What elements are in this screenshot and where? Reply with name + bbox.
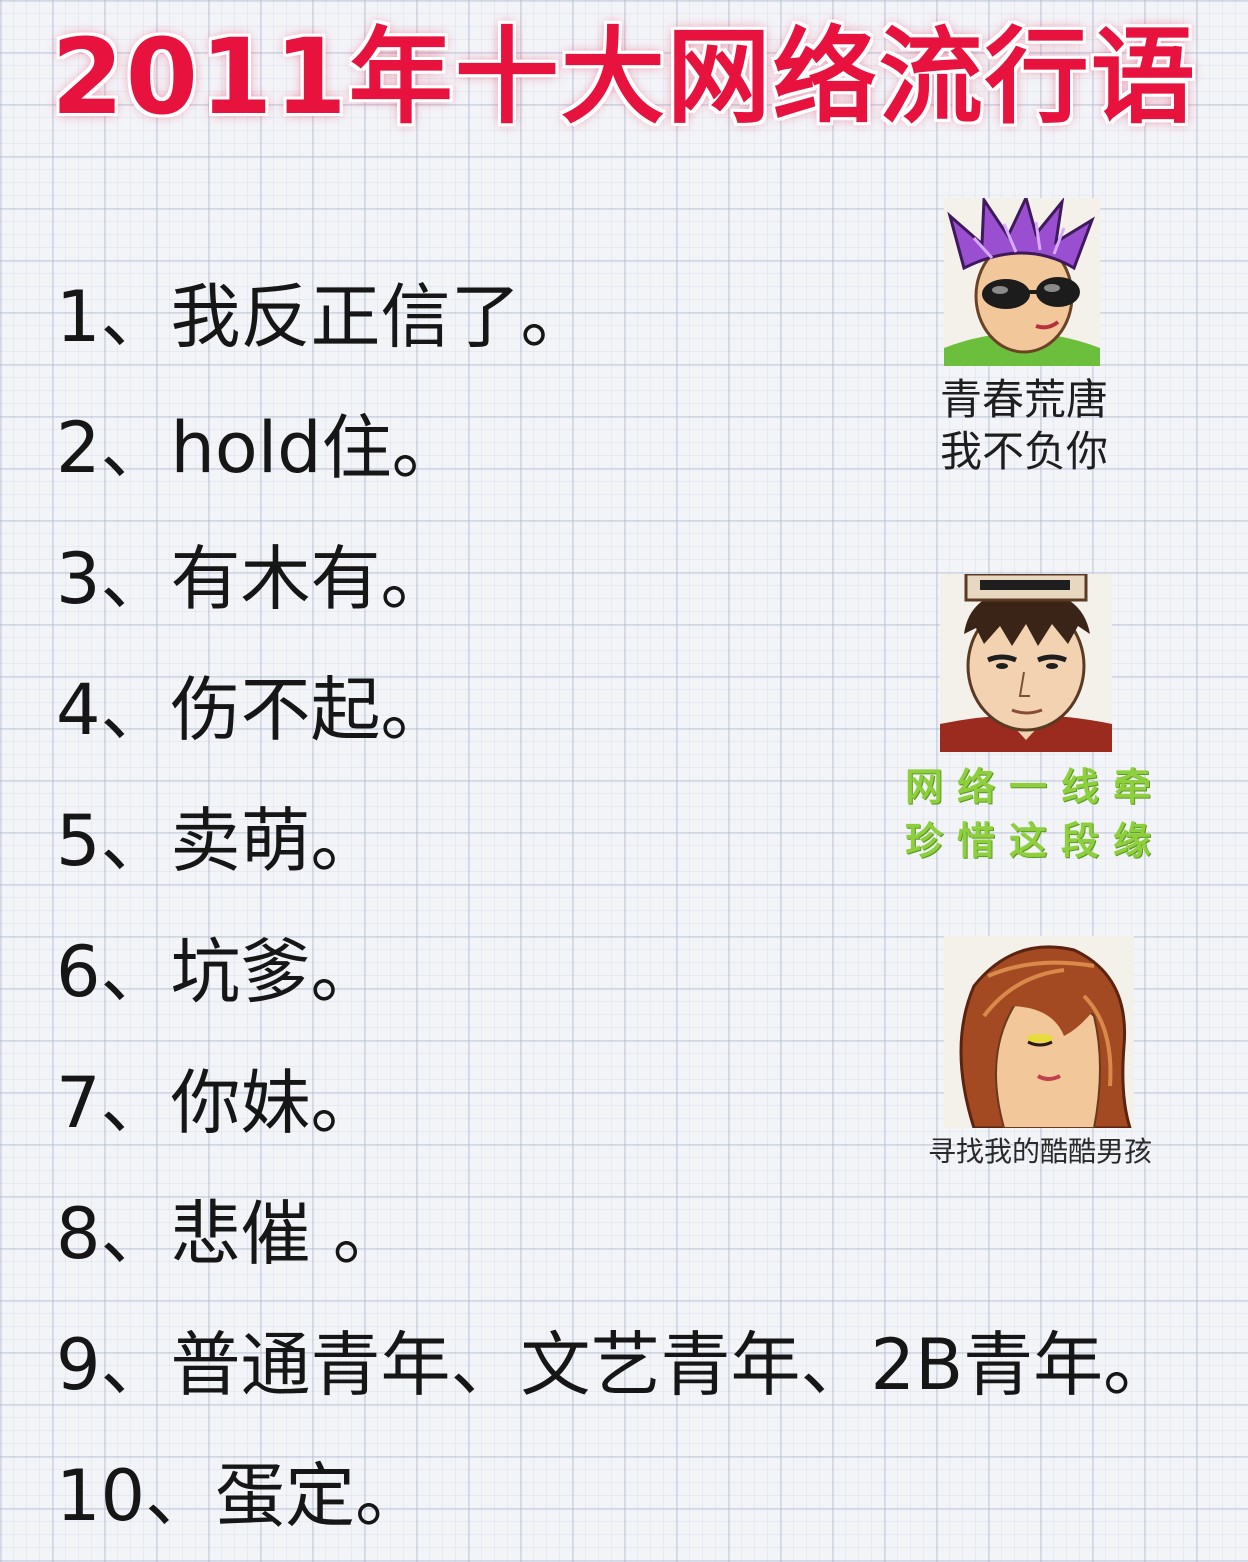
- caption-line: 网络一线牵: [904, 765, 1165, 809]
- headband-boy-avatar-icon: [940, 574, 1112, 752]
- long-hair-girl-avatar-icon: [944, 936, 1134, 1128]
- caption-line: 寻找我的酷酷男孩: [927, 1135, 1152, 1168]
- list-item: 10、蛋定。: [56, 1455, 426, 1537]
- page-title: 2011年十大网络流行语: [51, 16, 1197, 138]
- avatar-caption: 寻找我的酷酷男孩: [904, 1134, 1176, 1170]
- list-item: 9、普通青年、文艺青年、2B青年。: [56, 1324, 1174, 1406]
- list-item: 8、悲催 。: [56, 1193, 403, 1275]
- avatar-caption: 青春荒唐 我不负你: [914, 374, 1134, 478]
- avatar-caption: 网络一线牵 珍惜这段缘: [900, 760, 1170, 868]
- caption-line: 青春荒唐: [939, 375, 1108, 424]
- caption-line: 我不负你: [939, 427, 1108, 476]
- caption-line: 珍惜这段缘: [904, 819, 1165, 863]
- sunglasses-punk-avatar-icon: [944, 198, 1100, 366]
